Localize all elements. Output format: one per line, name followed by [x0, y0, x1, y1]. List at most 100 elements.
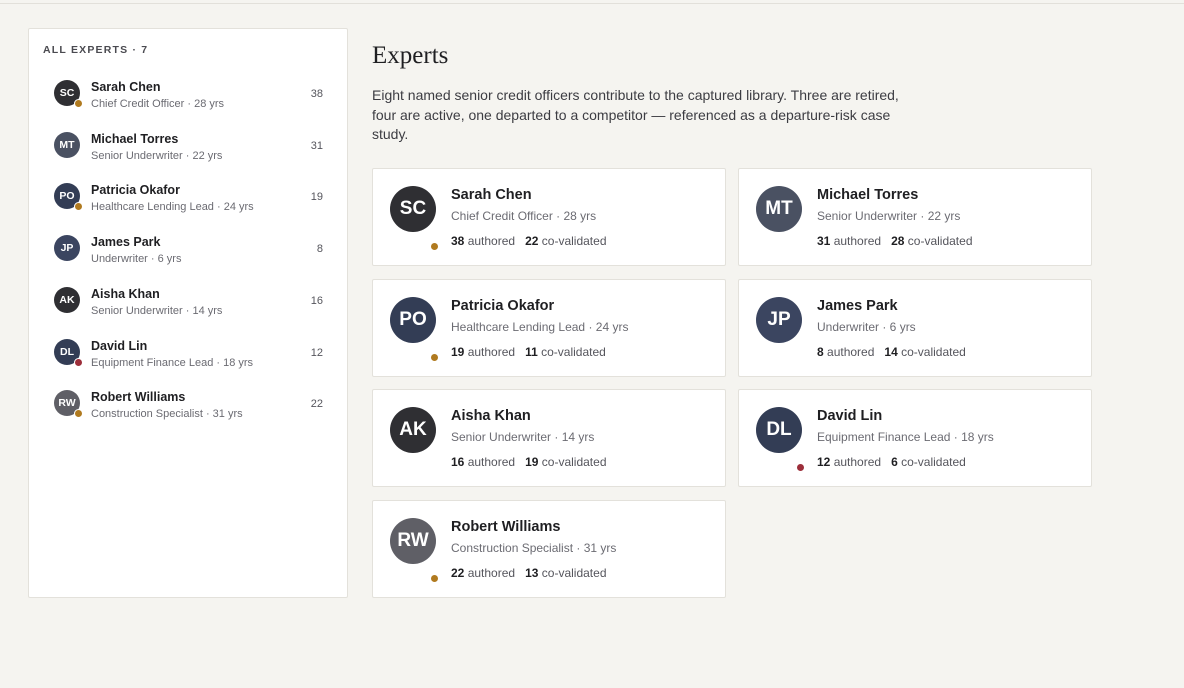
status-dot: [430, 353, 439, 362]
expert-count: 8: [316, 243, 323, 255]
authored-count: 31: [817, 234, 831, 248]
sidebar-item-james-park[interactable]: JP James Park Underwriter · 6 yrs 8: [29, 235, 347, 287]
status-dot: [74, 99, 83, 108]
page-description: Eight named senior credit officers contr…: [372, 87, 899, 142]
authored-label: authored: [467, 345, 516, 359]
expert-name: Patricia Okafor: [451, 298, 555, 314]
avatar: AK: [390, 407, 436, 453]
expert-stats: 16 authored 19 co-validated: [451, 455, 607, 469]
expert-stats: 38 authored 22 co-validated: [451, 234, 607, 248]
sidebar-heading: ALL EXPERTS · 7: [43, 44, 149, 56]
expert-card-james-park[interactable]: JP James Park Underwriter · 6 yrs 8 auth…: [738, 279, 1092, 377]
expert-name: James Park: [91, 235, 161, 249]
expert-role: Chief Credit Officer · 28 yrs: [91, 98, 225, 110]
sidebar-item-michael-torres[interactable]: MT Michael Torres Senior Underwriter · 2…: [29, 132, 347, 184]
expert-name: David Lin: [817, 408, 883, 424]
covalidated-count: 28: [891, 234, 905, 248]
expert-role: Senior Underwriter · 22 yrs: [91, 150, 223, 162]
covalidated-label: co-validated: [541, 566, 607, 580]
expert-name: Michael Torres: [817, 187, 919, 203]
expert-role: Construction Specialist · 31 yrs: [451, 541, 617, 555]
avatar: JP: [54, 235, 80, 261]
authored-label: authored: [827, 345, 875, 359]
expert-role: Construction Specialist · 31 yrs: [91, 408, 243, 420]
covalidated-count: 6: [891, 455, 898, 469]
sidebar-item-robert-williams[interactable]: RW Robert Williams Construction Speciali…: [29, 390, 347, 442]
expert-role: Chief Credit Officer · 28 yrs: [451, 209, 597, 223]
authored-count: 19: [451, 345, 465, 359]
sidebar-item-david-lin[interactable]: DL David Lin Equipment Finance Lead · 18…: [29, 339, 347, 391]
expert-name: Michael Torres: [91, 132, 179, 146]
experts-sidebar: ALL EXPERTS · 7 SC Sarah Chen Chief Cred…: [28, 28, 348, 598]
expert-card-michael-torres[interactable]: MT Michael Torres Senior Underwriter · 2…: [738, 168, 1092, 266]
status-dot: [796, 463, 805, 472]
expert-name: Sarah Chen: [451, 187, 532, 203]
expert-role: Senior Underwriter · 14 yrs: [91, 305, 223, 317]
expert-name: Sarah Chen: [91, 80, 161, 94]
covalidated-label: co-validated: [541, 455, 607, 469]
authored-count: 22: [451, 566, 465, 580]
sidebar-item-aisha-khan[interactable]: AK Aisha Khan Senior Underwriter · 14 yr…: [29, 287, 347, 339]
expert-stats: 8 authored 14 co-validated: [817, 345, 966, 359]
authored-label: authored: [833, 234, 882, 248]
sidebar-item-sarah-chen[interactable]: SC Sarah Chen Chief Credit Officer · 28 …: [29, 80, 347, 132]
expert-stats: 22 authored 13 co-validated: [451, 566, 607, 580]
authored-count: 12: [817, 455, 831, 469]
expert-card-patricia-okafor[interactable]: PO Patricia Okafor Healthcare Lending Le…: [372, 279, 726, 377]
expert-name: Robert Williams: [451, 519, 561, 535]
expert-name: Patricia Okafor: [91, 183, 180, 197]
expert-card-aisha-khan[interactable]: AK Aisha Khan Senior Underwriter · 14 yr…: [372, 389, 726, 487]
authored-label: authored: [467, 234, 516, 248]
avatar: AK: [54, 287, 80, 313]
status-dot: [430, 242, 439, 251]
authored-count: 8: [817, 345, 824, 359]
expert-name: Robert Williams: [91, 390, 186, 404]
expert-count: 38: [310, 88, 323, 100]
expert-role: Equipment Finance Lead · 18 yrs: [91, 357, 254, 369]
covalidated-count: 19: [525, 455, 539, 469]
covalidated-count: 22: [525, 234, 539, 248]
covalidated-label: co-validated: [541, 345, 606, 359]
avatar: MT: [756, 186, 802, 232]
authored-label: authored: [467, 455, 516, 469]
avatar: PO: [390, 297, 436, 343]
covalidated-label: co-validated: [907, 234, 973, 248]
authored-count: 38: [451, 234, 465, 248]
covalidated-label: co-validated: [901, 455, 966, 469]
expert-role: Underwriter · 6 yrs: [91, 253, 182, 265]
status-dot: [430, 574, 439, 583]
expert-name: Aisha Khan: [91, 287, 160, 301]
expert-role: Senior Underwriter · 22 yrs: [817, 209, 961, 223]
expert-count: 19: [310, 191, 323, 203]
expert-role: Healthcare Lending Lead · 24 yrs: [91, 201, 254, 213]
covalidated-label: co-validated: [541, 234, 607, 248]
avatar: JP: [756, 297, 802, 343]
page-title: Experts: [372, 42, 449, 69]
avatar: SC: [390, 186, 436, 232]
authored-label: authored: [833, 455, 882, 469]
authored-count: 16: [451, 455, 465, 469]
expert-card-sarah-chen[interactable]: SC Sarah Chen Chief Credit Officer · 28 …: [372, 168, 726, 266]
expert-name: David Lin: [91, 339, 148, 353]
expert-count: 22: [310, 398, 323, 410]
expert-count: 16: [310, 295, 323, 307]
covalidated-count: 14: [884, 345, 898, 359]
avatar: MT: [54, 132, 80, 158]
status-dot: [74, 409, 83, 418]
expert-stats: 12 authored 6 co-validated: [817, 455, 966, 469]
covalidated-count: 13: [525, 566, 539, 580]
expert-card-robert-williams[interactable]: RW Robert Williams Construction Speciali…: [372, 500, 726, 598]
authored-label: authored: [467, 566, 516, 580]
expert-count: 12: [310, 347, 323, 359]
top-divider: [0, 3, 1184, 4]
expert-stats: 19 authored 11 co-validated: [451, 345, 606, 359]
expert-role: Healthcare Lending Lead · 24 yrs: [451, 320, 629, 334]
sidebar-item-patricia-okafor[interactable]: PO Patricia Okafor Healthcare Lending Le…: [29, 183, 347, 235]
avatar: DL: [756, 407, 802, 453]
avatar: RW: [390, 518, 436, 564]
expert-role: Underwriter · 6 yrs: [817, 320, 916, 334]
expert-card-david-lin[interactable]: DL David Lin Equipment Finance Lead · 18…: [738, 389, 1092, 487]
expert-name: James Park: [817, 298, 898, 314]
status-dot: [74, 358, 83, 367]
expert-count: 31: [310, 140, 323, 152]
